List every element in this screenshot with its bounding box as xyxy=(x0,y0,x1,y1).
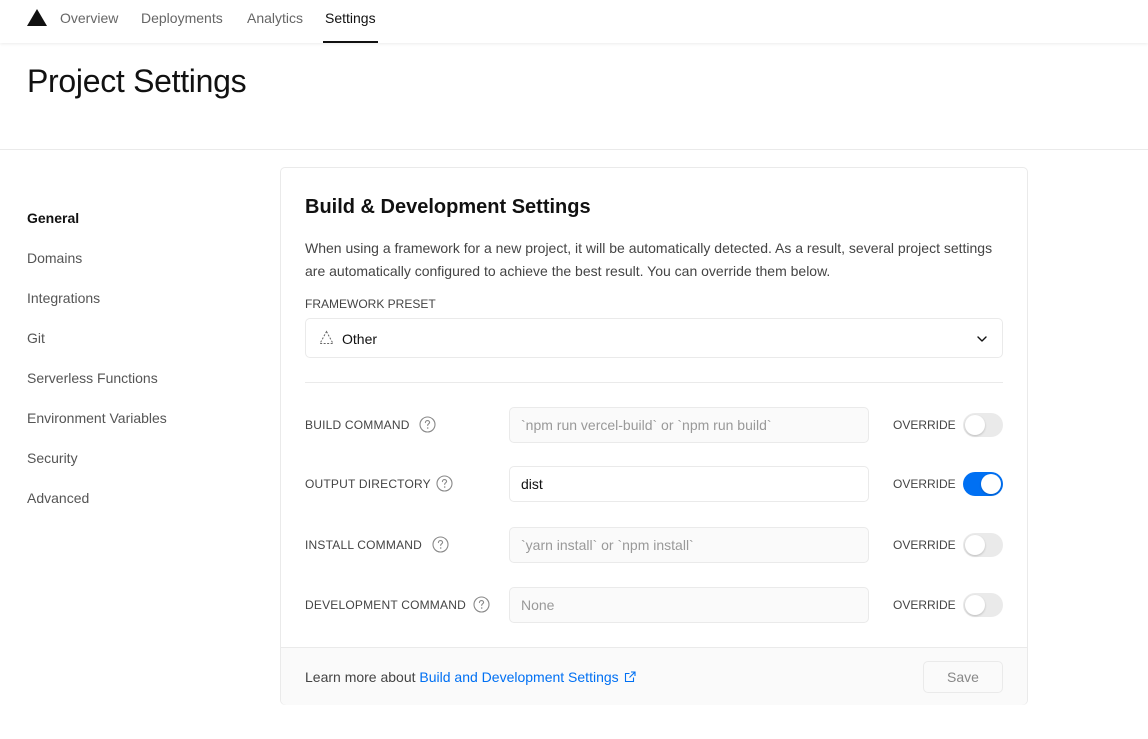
sidebar-item-git[interactable]: Git xyxy=(27,330,45,346)
build-settings-card: Build & Development Settings When using … xyxy=(280,167,1028,705)
nav-tab-deployments[interactable]: Deployments xyxy=(141,0,223,43)
build-command-override-toggle[interactable] xyxy=(963,413,1003,437)
chevron-down-icon xyxy=(977,336,987,342)
sidebar-item-domains[interactable]: Domains xyxy=(27,250,82,266)
help-icon[interactable] xyxy=(473,596,490,613)
page-title: Project Settings xyxy=(27,63,247,99)
toggle-knob xyxy=(981,474,1001,494)
footer-prefix: Learn more about xyxy=(305,669,420,685)
framework-preset-select[interactable]: Other xyxy=(305,318,1003,358)
sidebar-item-environment-variables[interactable]: Environment Variables xyxy=(27,410,167,426)
nav-tab-overview[interactable]: Overview xyxy=(60,0,118,43)
output-directory-override-toggle[interactable] xyxy=(963,472,1003,496)
toggle-knob xyxy=(965,415,985,435)
build-command-input[interactable] xyxy=(509,407,869,443)
help-icon[interactable] xyxy=(436,475,453,492)
card-footer: Learn more about Build and Development S… xyxy=(281,647,1027,705)
development-command-label: DEVELOPMENT COMMAND xyxy=(305,598,466,612)
install-command-override-label: OVERRIDE xyxy=(893,538,956,552)
footer-text: Learn more about Build and Development S… xyxy=(305,669,636,685)
development-command-override-label: OVERRIDE xyxy=(893,598,956,612)
vercel-logo-icon[interactable] xyxy=(27,9,47,26)
sidebar-item-general[interactable]: General xyxy=(27,210,79,226)
toggle-knob xyxy=(965,535,985,555)
toggle-knob xyxy=(965,595,985,615)
output-directory-input[interactable] xyxy=(509,466,869,502)
install-command-input[interactable] xyxy=(509,527,869,563)
install-command-label: INSTALL COMMAND xyxy=(305,538,423,552)
card-title: Build & Development Settings xyxy=(305,196,591,218)
card-divider xyxy=(305,382,1003,383)
output-directory-override-label: OVERRIDE xyxy=(893,477,956,491)
help-icon[interactable] xyxy=(432,536,449,553)
save-button[interactable]: Save xyxy=(923,661,1003,693)
card-description: When using a framework for a new project… xyxy=(305,240,993,279)
install-command-override-toggle[interactable] xyxy=(963,533,1003,557)
build-command-label: BUILD COMMAND xyxy=(305,418,410,432)
development-command-override-toggle[interactable] xyxy=(963,593,1003,617)
triangle-outline-icon xyxy=(319,330,334,344)
docs-link[interactable]: Build and Development Settings xyxy=(419,669,636,685)
sidebar-item-serverless-functions[interactable]: Serverless Functions xyxy=(27,370,158,386)
sidebar-item-advanced[interactable]: Advanced xyxy=(27,490,89,506)
nav-tab-analytics[interactable]: Analytics xyxy=(247,0,303,43)
sidebar-item-integrations[interactable]: Integrations xyxy=(27,290,100,306)
help-icon[interactable] xyxy=(419,416,436,433)
framework-preset-value: Other xyxy=(342,331,378,347)
docs-link-label: Build and Development Settings xyxy=(419,669,619,685)
nav-tab-settings[interactable]: Settings xyxy=(323,0,378,43)
build-command-override-label: OVERRIDE xyxy=(893,418,956,432)
external-link-icon xyxy=(624,671,636,683)
sidebar-item-security[interactable]: Security xyxy=(27,450,78,466)
development-command-input[interactable] xyxy=(509,587,869,623)
framework-preset-label: FRAMEWORK PRESET xyxy=(305,297,436,311)
header-divider xyxy=(0,149,1148,150)
top-nav: Overview Deployments Analytics Settings xyxy=(0,0,1148,43)
output-directory-label: OUTPUT DIRECTORY xyxy=(305,477,431,491)
